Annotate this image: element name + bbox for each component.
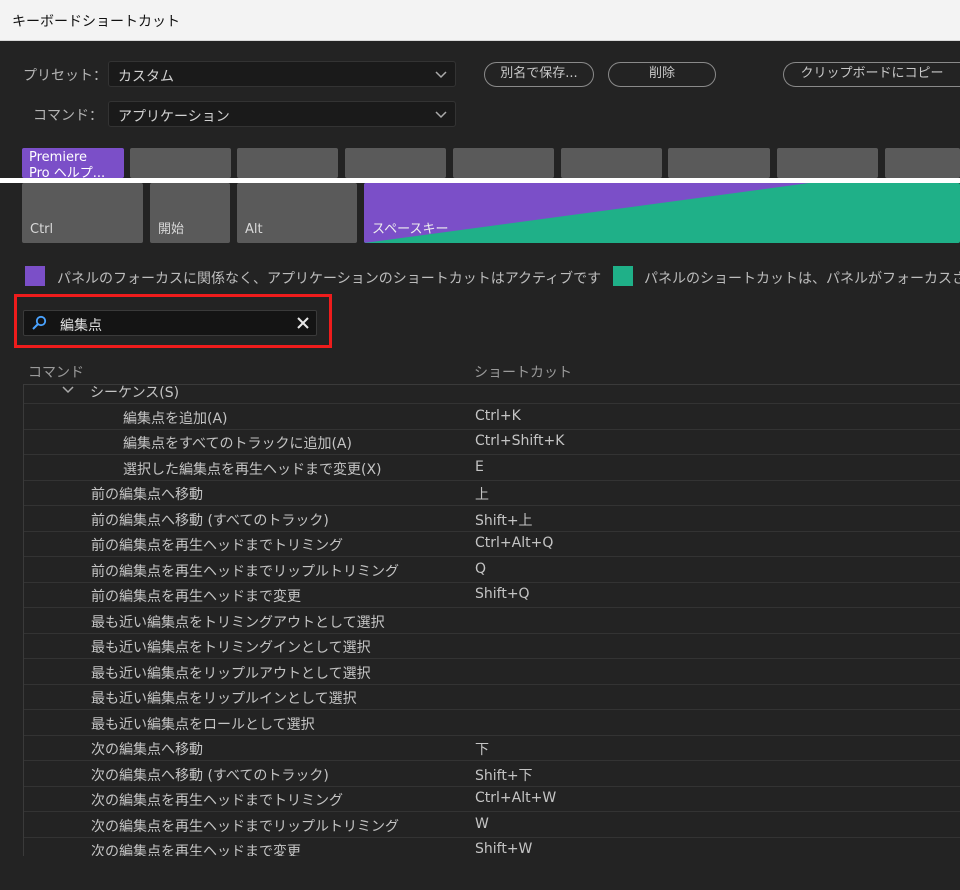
table-row[interactable]: 最も近い編集点をリップルアウトとして選択 xyxy=(24,660,960,685)
keyboard-key[interactable] xyxy=(885,148,960,178)
preset-value: カスタム xyxy=(118,69,174,85)
key-label: Alt xyxy=(245,222,263,237)
command-cell: 次の編集点へ移動 (すべてのトラック) xyxy=(91,767,329,784)
command-cell: 最も近い編集点をリップルインとして選択 xyxy=(91,691,357,707)
command-dropdown[interactable]: アプリケーション xyxy=(108,101,456,127)
delete-button[interactable]: 削除 xyxy=(608,62,716,87)
key-label: 開始 xyxy=(158,222,185,237)
command-cell: 編集点を追加(A) xyxy=(123,410,228,427)
table-row[interactable]: 編集点をすべてのトラックに追加(A) Ctrl+Shift+K xyxy=(24,430,960,455)
keyboard-key[interactable] xyxy=(130,148,231,178)
key-space[interactable]: スペースキー xyxy=(364,183,960,243)
command-cell: 最も近い編集点をトリミングアウトとして選択 xyxy=(91,614,385,631)
shortcut-cell[interactable]: W xyxy=(475,816,489,832)
command-cell: 最も近い編集点をリップルアウトとして選択 xyxy=(91,665,371,682)
command-cell: 最も近い編集点をトリミングインとして選択 xyxy=(91,640,371,656)
table-row[interactable]: 最も近い編集点をトリミングインとして選択 xyxy=(24,634,960,659)
shortcut-cell[interactable]: Q xyxy=(475,561,486,577)
command-cell: 次の編集点を再生ヘッドまでリップルトリミング xyxy=(91,818,399,835)
table-row[interactable]: 次の編集点を再生ヘッドまでリップルトリミング W xyxy=(24,813,960,838)
keyboard-key[interactable] xyxy=(668,148,770,178)
keyboard-key[interactable] xyxy=(561,148,662,178)
keyboard-key[interactable] xyxy=(777,148,878,178)
keyboard-key[interactable] xyxy=(345,148,446,178)
table-row[interactable]: 次の編集点を再生ヘッドまでトリミング Ctrl+Alt+W xyxy=(24,787,960,812)
copy-to-clipboard-button[interactable]: クリップボードにコピー xyxy=(783,62,960,87)
key-label: スペースキー xyxy=(372,222,449,237)
app-shortcut-legend: パネルのフォーカスに関係なく、アプリケーションのショートカットはアクティブです xyxy=(57,271,602,287)
key-premiere-pro-help[interactable]: Premiere Pro ヘルプ... xyxy=(22,148,124,181)
shortcut-cell[interactable]: Ctrl+Alt+W xyxy=(475,790,556,806)
command-cell: 前の編集点へ移動 xyxy=(91,487,203,503)
key-label: Ctrl xyxy=(30,222,54,237)
table-row[interactable]: 選択した編集点を再生ヘッドまで変更(X) E xyxy=(24,456,960,481)
shortcut-cell[interactable]: 下 xyxy=(475,739,489,759)
table-row[interactable]: 前の編集点を再生ヘッドまで変更 Shift+Q xyxy=(24,583,960,608)
command-cell: 前の編集点を再生ヘッドまでリップルトリミング xyxy=(91,563,399,580)
table-row[interactable]: 編集点を追加(A) Ctrl+K xyxy=(24,405,960,430)
shortcut-cell[interactable]: Shift+Q xyxy=(475,586,530,602)
column-header-shortcut[interactable]: ショートカット xyxy=(474,362,572,382)
table-row[interactable]: 最も近い編集点をリップルインとして選択 xyxy=(24,685,960,710)
command-cell: 選択した編集点を再生ヘッドまで変更(X) xyxy=(123,461,382,478)
panel-shortcut-color-swatch xyxy=(613,266,633,286)
save-as-button[interactable]: 別名で保存... xyxy=(484,62,594,87)
shortcut-cell[interactable]: Shift+下 xyxy=(475,765,533,785)
command-value: アプリケーション xyxy=(118,109,230,125)
key-alt[interactable]: Alt xyxy=(237,183,357,243)
table-row[interactable]: 前の編集点を再生ヘッドまでリップルトリミング Q xyxy=(24,558,960,583)
chevron-down-icon[interactable] xyxy=(62,384,74,395)
table-row[interactable]: 次の編集点へ移動 (すべてのトラック) Shift+下 xyxy=(24,762,960,787)
search-field[interactable]: 編集点 xyxy=(23,310,317,336)
table-row[interactable]: 次の編集点へ移動 下 xyxy=(24,736,960,761)
command-table[interactable]: シーケンス(S) 編集点を追加(A) Ctrl+K 編集点をすべてのトラックに追加(A… xyxy=(23,384,960,856)
shortcut-cell[interactable]: Shift+W xyxy=(475,841,532,856)
command-cell: 次の編集点へ移動 xyxy=(91,742,203,758)
table-row[interactable]: 前の編集点へ移動 上 xyxy=(24,481,960,506)
table-group-row[interactable]: シーケンス(S) xyxy=(24,384,960,404)
chevron-down-icon xyxy=(435,71,447,79)
table-row[interactable]: 最も近い編集点をロールとして選択 xyxy=(24,711,960,736)
table-row[interactable]: 最も近い編集点をトリミングアウトとして選択 xyxy=(24,609,960,634)
table-row[interactable]: 前の編集点を再生ヘッドまでトリミング Ctrl+Alt+Q xyxy=(24,532,960,557)
keyboard-key[interactable] xyxy=(453,148,554,178)
column-header-command[interactable]: コマンド xyxy=(28,362,84,382)
command-cell: 最も近い編集点をロールとして選択 xyxy=(91,716,315,733)
shortcut-cell[interactable]: Ctrl+K xyxy=(475,408,521,424)
table-row[interactable]: 前の編集点へ移動 (すべてのトラック) Shift+上 xyxy=(24,507,960,532)
panel-shortcut-legend: パネルのショートカットは、パネルがフォーカスさ xyxy=(644,271,960,287)
command-cell: 前の編集点を再生ヘッドまで変更 xyxy=(91,589,301,605)
preset-label: プリセット： xyxy=(23,68,107,84)
table-row[interactable]: 次の編集点を再生ヘッドまで変更 Shift+W xyxy=(24,838,960,856)
command-cell: 前の編集点へ移動 (すべてのトラック) xyxy=(91,512,329,529)
search-input[interactable]: 編集点 xyxy=(60,315,102,335)
preset-dropdown[interactable]: カスタム xyxy=(108,61,456,87)
chevron-down-icon xyxy=(435,111,447,119)
key-start[interactable]: 開始 xyxy=(150,183,230,243)
command-cell: シーケンス(S) xyxy=(90,385,180,401)
command-cell: 前の編集点を再生ヘッドまでトリミング xyxy=(91,538,343,554)
command-cell: 次の編集点を再生ヘッドまでトリミング xyxy=(91,793,343,809)
clear-search-icon[interactable] xyxy=(296,316,310,330)
search-icon xyxy=(32,315,47,330)
window-titlebar: キーボードショートカット xyxy=(0,0,960,41)
key-ctrl[interactable]: Ctrl xyxy=(22,183,143,243)
space-key-split xyxy=(364,183,809,243)
command-label: コマンド： xyxy=(33,108,103,124)
shortcut-cell[interactable]: Ctrl+Alt+Q xyxy=(475,535,553,551)
app-shortcut-color-swatch xyxy=(25,266,45,286)
window-title: キーボードショートカット xyxy=(12,14,180,30)
shortcut-cell[interactable]: Shift+上 xyxy=(475,510,533,530)
command-cell: 編集点をすべてのトラックに追加(A) xyxy=(123,436,352,452)
command-cell: 次の編集点を再生ヘッドまで変更 xyxy=(91,844,301,856)
shortcut-cell[interactable]: E xyxy=(475,459,484,475)
shortcut-cell[interactable]: 上 xyxy=(475,484,489,504)
keyboard-key[interactable] xyxy=(237,148,338,178)
shortcut-cell[interactable]: Ctrl+Shift+K xyxy=(475,433,564,449)
